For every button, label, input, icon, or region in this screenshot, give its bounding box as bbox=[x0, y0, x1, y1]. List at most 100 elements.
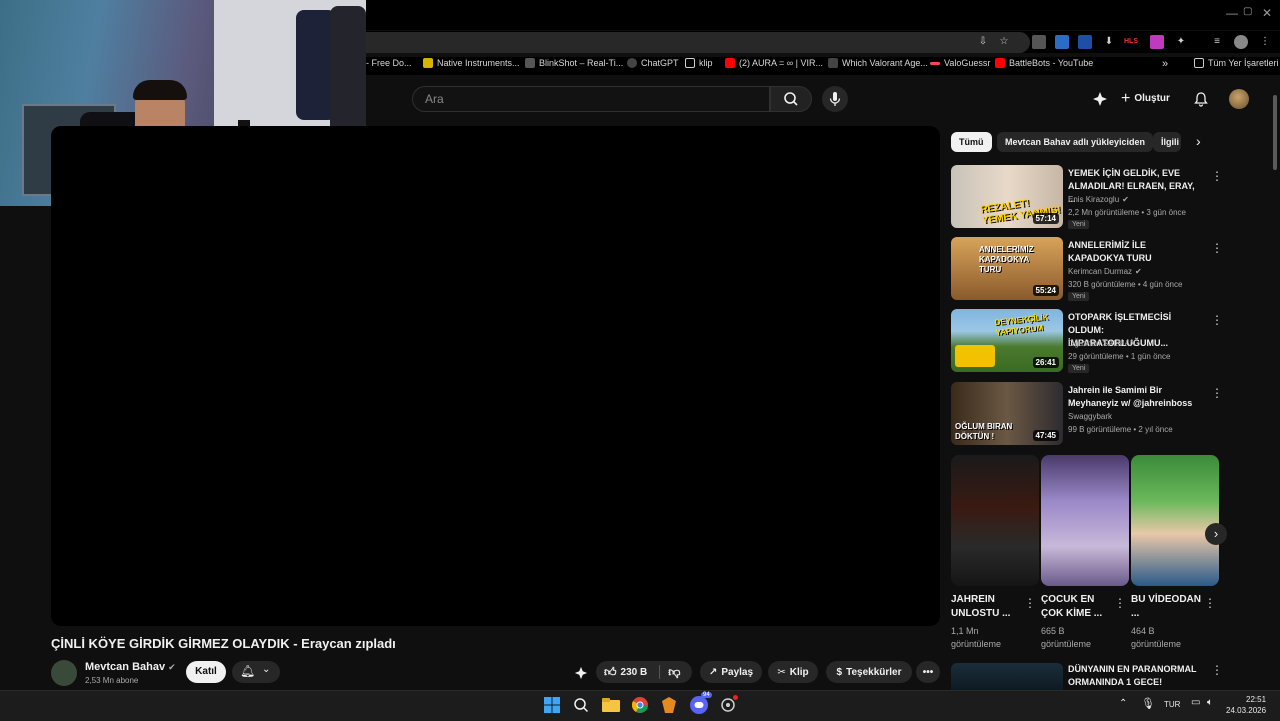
more-options-icon[interactable]: ⋮ bbox=[1211, 169, 1223, 183]
download-extension-icon[interactable]: ⬇ bbox=[1102, 35, 1116, 49]
extension-icon[interactable] bbox=[1032, 35, 1046, 49]
install-icon[interactable]: ⇩ bbox=[976, 35, 990, 49]
video-player[interactable] bbox=[51, 126, 940, 626]
network-icon[interactable]: ▭ bbox=[1191, 697, 1200, 708]
all-bookmarks-folder[interactable]: Tüm Yer İşaretleri bbox=[1194, 58, 1279, 68]
bookmark-item[interactable]: Native Instruments... bbox=[423, 58, 520, 68]
reading-list-icon[interactable]: ≡ bbox=[1210, 35, 1224, 49]
recommendation-item[interactable]: OĞLUM BIRAN DÖKTÜN ! 47:45 Jahrein ile S… bbox=[951, 382, 1223, 446]
clock-date: 24.03.2026 bbox=[1226, 706, 1267, 715]
bookmark-star-icon[interactable]: ☆ bbox=[997, 35, 1011, 49]
bookmark-item[interactable]: ChatGPT bbox=[627, 58, 679, 68]
microphone-icon[interactable]: 🎙︎ bbox=[1141, 697, 1155, 710]
shorts-next-button[interactable]: › bbox=[1205, 523, 1227, 545]
puzzle-extensions-icon[interactable]: ✦ bbox=[1174, 35, 1188, 49]
file-explorer-icon[interactable] bbox=[601, 695, 621, 715]
volume-icon[interactable]: 🔈︎ bbox=[1207, 697, 1213, 708]
more-options-icon[interactable]: ⋮ bbox=[1211, 313, 1223, 327]
profile-avatar[interactable] bbox=[1234, 35, 1248, 49]
join-button[interactable]: Katıl bbox=[186, 661, 226, 683]
valoguessr-icon bbox=[930, 61, 940, 65]
menu-icon[interactable]: ⋮ bbox=[1258, 35, 1272, 49]
notifications-icon[interactable] bbox=[1193, 91, 1209, 107]
bell-icon: 🔔︎ bbox=[240, 664, 256, 678]
search-input[interactable]: Ara bbox=[412, 86, 770, 112]
more-actions-button[interactable]: ••• bbox=[916, 661, 940, 683]
more-options-icon[interactable]: ⋮ bbox=[1114, 596, 1126, 610]
chatgpt-icon bbox=[627, 58, 637, 68]
short-title[interactable]: ÇOCUK EN ÇOK KİME ... bbox=[1041, 593, 1111, 621]
extension-icon[interactable] bbox=[1150, 35, 1164, 49]
chevron-up-icon[interactable]: ⌃ bbox=[1119, 698, 1127, 709]
more-options-icon[interactable]: ⋮ bbox=[1204, 596, 1216, 610]
close-icon[interactable]: ✕ bbox=[1262, 6, 1272, 20]
bookmark-item[interactable]: Which Valorant Age... bbox=[828, 58, 928, 68]
parking-garage-logo bbox=[955, 345, 995, 367]
minimize-icon[interactable]: — bbox=[1226, 6, 1238, 20]
short-thumbnail[interactable] bbox=[1041, 455, 1129, 586]
chip-all[interactable]: Tümü bbox=[951, 132, 992, 152]
search-button[interactable] bbox=[770, 86, 812, 112]
notification-dot bbox=[733, 695, 738, 700]
app-icon[interactable] bbox=[659, 695, 679, 715]
like-icon[interactable]: 👍︎ bbox=[604, 665, 617, 680]
video-title[interactable]: DÜNYANIN EN PARANORMAL ORMANINDA 1 GECE! bbox=[1068, 663, 1208, 689]
chevron-right-icon[interactable]: › bbox=[1196, 133, 1201, 149]
scrollbar-thumb[interactable] bbox=[1273, 95, 1277, 170]
short-thumbnail[interactable] bbox=[951, 455, 1039, 586]
short-views: 464 Bgörüntüleme bbox=[1131, 626, 1182, 649]
like-count[interactable]: 230 B bbox=[621, 667, 648, 678]
thumbnail[interactable] bbox=[951, 663, 1063, 690]
recommendation-item[interactable]: REZALET! YEMEK YANMIŞ! 57:14 YEMEK İÇİN … bbox=[951, 165, 1223, 229]
search-icon[interactable] bbox=[571, 695, 591, 715]
translate-extension-icon[interactable] bbox=[1055, 35, 1069, 49]
more-options-icon[interactable]: ⋮ bbox=[1211, 663, 1223, 677]
short-title[interactable]: JAHREIN UNLOSTU ... bbox=[951, 593, 1021, 621]
video-meta: 2,2 Mn görüntüleme • 3 gün önce bbox=[1068, 208, 1186, 217]
discord-icon[interactable] bbox=[689, 695, 709, 715]
share-button[interactable]: ↗ Paylaş bbox=[700, 661, 762, 683]
bookmark-folder[interactable]: klip bbox=[685, 58, 713, 68]
page-scrollbar[interactable] bbox=[1272, 85, 1278, 690]
channel-name[interactable]: Mevtcan Bahav ✔ bbox=[85, 661, 176, 673]
bookmark-item[interactable]: (2) AURA = ∞ | VIR... bbox=[725, 58, 823, 68]
chrome-icon[interactable] bbox=[630, 695, 650, 715]
bookmark-item[interactable]: - Free Do... bbox=[366, 58, 412, 68]
ask-icon[interactable] bbox=[574, 666, 588, 680]
thumbnail: ANNELERİMİZ KAPADOKYA TURU 55:24 bbox=[951, 237, 1063, 300]
more-options-icon[interactable]: ⋮ bbox=[1211, 241, 1223, 255]
bookmark-item[interactable]: ValoGuessr bbox=[930, 58, 990, 68]
subscription-bell-button[interactable]: 🔔︎ ⌄ bbox=[232, 661, 280, 683]
bookmark-item[interactable]: BattleBots - YouTube bbox=[995, 58, 1093, 68]
voice-search-button[interactable] bbox=[822, 86, 848, 112]
language-indicator[interactable]: TUR bbox=[1164, 700, 1180, 709]
chip-related[interactable]: İlgili bbox=[1153, 132, 1181, 152]
recommendation-item[interactable]: DEYNEKÇİLİK YAPIYORUM 26:41 OTOPARK İŞLE… bbox=[951, 309, 1223, 373]
subscriber-count: 2,53 Mn abone bbox=[85, 676, 139, 685]
dislike-icon[interactable]: 👎︎ bbox=[668, 665, 680, 680]
address-bar[interactable] bbox=[366, 32, 1030, 53]
clip-button[interactable]: ✂ Klip bbox=[768, 661, 818, 683]
channel-avatar[interactable] bbox=[51, 660, 77, 686]
more-options-icon[interactable]: ⋮ bbox=[1024, 596, 1036, 610]
create-button[interactable]: + Oluştur bbox=[1121, 88, 1170, 110]
hanging-jacket bbox=[330, 6, 366, 146]
hls-extension-icon[interactable]: HLS bbox=[1124, 35, 1138, 49]
more-bookmarks-icon[interactable]: » bbox=[1162, 58, 1168, 70]
studio-icon[interactable] bbox=[1092, 91, 1108, 107]
recommendation-item[interactable]: ANNELERİMİZ KAPADOKYA TURU 55:24 ANNELER… bbox=[951, 237, 1223, 301]
short-views: 665 Bgörüntüleme bbox=[1041, 626, 1092, 649]
thanks-button[interactable]: $ Teşekkürler bbox=[826, 661, 912, 683]
system-clock[interactable]: 22:51 24.03.2026 bbox=[1226, 694, 1266, 716]
bookmark-item[interactable]: BlinkShot – Real-Ti... bbox=[525, 58, 623, 68]
chip-from-uploader[interactable]: Mevtcan Bahav adlı yükleyiciden bbox=[997, 132, 1154, 152]
short-thumbnail[interactable] bbox=[1131, 455, 1219, 586]
calendar-extension-icon[interactable] bbox=[1078, 35, 1092, 49]
scissors-icon: ✂ bbox=[777, 666, 786, 678]
more-options-icon[interactable]: ⋮ bbox=[1211, 386, 1223, 400]
new-badge: Yeni bbox=[1068, 292, 1090, 301]
short-title[interactable]: BU VİDEODAN ... bbox=[1131, 593, 1201, 621]
start-windows-icon[interactable] bbox=[542, 695, 562, 715]
user-avatar[interactable] bbox=[1229, 89, 1249, 109]
maximize-icon[interactable]: ▢ bbox=[1243, 6, 1252, 17]
